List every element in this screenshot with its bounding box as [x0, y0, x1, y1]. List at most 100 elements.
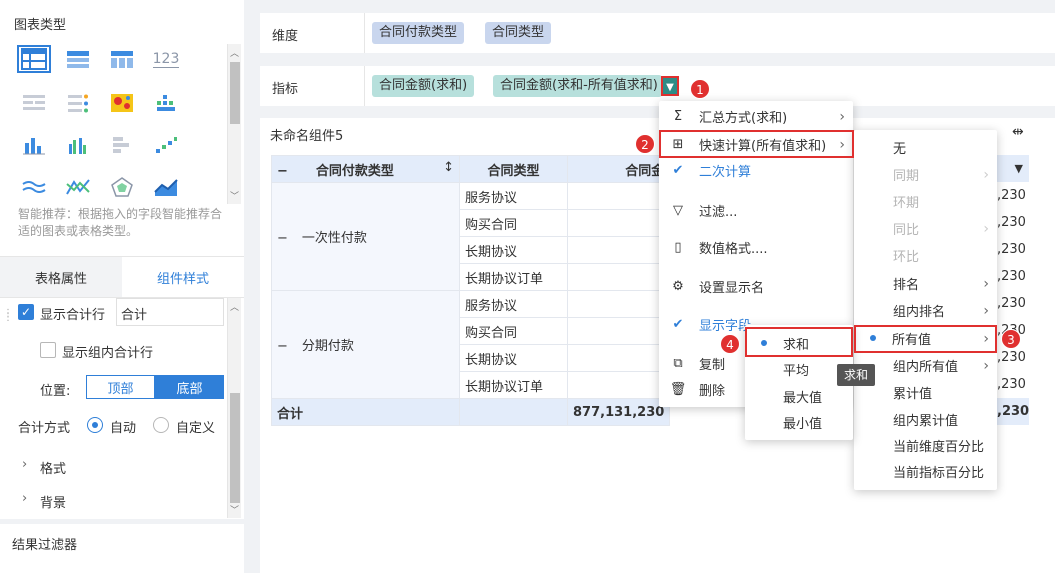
submenu-item-ind-percent[interactable]: 当前指标百分比 [854, 458, 997, 484]
indicator-field-pill[interactable]: 合同金额(求和) [372, 75, 475, 97]
submenu-item-group-cumulative[interactable]: 组内累计值 [854, 406, 997, 432]
style-scrollbar[interactable]: ︿ ﹀ [227, 298, 241, 518]
table-cell [566, 290, 671, 318]
trash-icon: 🗑 [669, 381, 687, 397]
table-cell: ,230 [997, 398, 1029, 425]
submenu-item-min[interactable]: 最小值 [745, 409, 853, 435]
background-section[interactable]: 背景 [40, 492, 66, 511]
sort-icon[interactable]: ↕ [443, 160, 454, 175]
table-cell: ,230 [997, 188, 1026, 203]
dimension-field-pill[interactable]: 合同付款类型 [372, 22, 465, 44]
collapse-all-icon[interactable]: − [277, 164, 288, 179]
collapse-icon[interactable]: − [277, 231, 288, 246]
position-label: 位置: [40, 384, 71, 399]
position-bottom-button[interactable]: 底部 [155, 375, 224, 399]
collapse-icon[interactable]: − [277, 339, 288, 354]
group-cell: − 分期付款 [271, 290, 460, 399]
cross-table-icon[interactable] [105, 45, 139, 73]
table-cell [459, 398, 568, 426]
submenu-item-yoy[interactable]: 同比 › [854, 215, 997, 241]
submenu-item-group-rank[interactable]: 组内排名 › [854, 297, 997, 323]
grouped-bar-icon[interactable] [61, 131, 95, 159]
menu-item-number-format[interactable]: ▯ 数值格式.... [659, 234, 853, 260]
table-cell [566, 317, 671, 345]
total-row: 合计 877,131,230 [271, 398, 671, 426]
submenu-item-group-all-values[interactable]: 组内所有值 › [854, 352, 997, 378]
position-top-button[interactable]: 顶部 [86, 375, 155, 399]
table-cell: ,230 [997, 269, 1026, 284]
scrollbar-thumb[interactable] [230, 393, 240, 503]
submenu-item-dim-percent[interactable]: 当前维度百分比 [854, 432, 997, 458]
menu-item-display-name[interactable]: ⚙ 设置显示名 [659, 273, 853, 299]
chevron-right-icon: › [983, 167, 989, 183]
total-mode-auto-label: 自动 [110, 421, 137, 436]
indicator-field-pill-selected[interactable]: 合同金额(求和-所有值求和) [493, 75, 662, 97]
line-chart-icon[interactable] [17, 173, 51, 201]
scroll-up-icon[interactable]: ︿ [230, 46, 239, 59]
submenu-item-none[interactable]: 无 [854, 134, 997, 160]
menu-item-secondary-calc[interactable]: ✔ 二次计算 [659, 157, 853, 183]
table-cell [566, 344, 671, 372]
drag-handle-icon[interactable]: ⋮ ⋮ [3, 309, 13, 323]
submenu-item-same-period[interactable]: 同期 › [854, 161, 997, 187]
scrollbar-thumb[interactable] [230, 62, 240, 124]
show-total-row-checkbox[interactable]: ✓ [18, 304, 34, 320]
submenu-item-rank[interactable]: 排名 › [854, 270, 997, 296]
table-cell: 长期协议 [459, 236, 568, 264]
field-dropdown-caret-icon[interactable]: ▼ [661, 76, 679, 96]
background-chevron-icon[interactable]: › [22, 491, 27, 506]
header-contract-type[interactable]: 合同类型 [459, 155, 568, 183]
submenu-item-prev-period[interactable]: 环期 [854, 188, 997, 214]
horizontal-bar-icon[interactable] [105, 131, 139, 159]
dimension-label: 维度 [272, 29, 299, 44]
waterfall-icon[interactable] [149, 131, 183, 159]
total-label: 合计 [271, 398, 460, 426]
submenu-item-cumulative[interactable]: 累计值 [854, 379, 997, 405]
header-sort-caret-icon[interactable]: ▼ [997, 155, 1029, 182]
tab-table-properties[interactable]: 表格属性 [0, 257, 122, 297]
scroll-down-icon[interactable]: ﹀ [230, 503, 239, 516]
submenu-item-max[interactable]: 最大值 [745, 383, 853, 409]
indicator-label: 指标 [272, 82, 299, 97]
format-chevron-icon[interactable]: › [22, 457, 27, 472]
gear-icon: ⚙ [672, 278, 684, 294]
dimension-field-pill[interactable]: 合同类型 [485, 22, 552, 44]
sigma-icon: Σ [673, 108, 683, 124]
total-mode-auto-radio[interactable] [87, 417, 103, 433]
table-chart-icon[interactable] [17, 45, 51, 73]
grouped-table-icon[interactable] [61, 45, 95, 73]
menu-item-filter[interactable]: ▽ 过滤... [659, 197, 853, 223]
show-group-total-checkbox[interactable] [40, 342, 56, 358]
format-section[interactable]: 格式 [40, 458, 66, 477]
table-row: − 一次性付款 服务协议 [271, 182, 671, 291]
bar-chart-icon[interactable] [17, 131, 51, 159]
table-cell: ,230 [997, 377, 1026, 392]
expand-width-icon[interactable]: ⇹ [1012, 124, 1024, 140]
total-mode-label: 合计方式 [18, 421, 71, 436]
header-payment-type[interactable]: − 合同付款类型 ↕ [271, 155, 460, 183]
table-header-row: − 合同付款类型 ↕ 合同类型 合同金 [271, 155, 671, 183]
scroll-down-icon[interactable]: ﹀ [230, 189, 239, 202]
heatmap-icon[interactable] [105, 89, 139, 117]
scatter-bar-icon[interactable] [149, 89, 183, 117]
submenu-item-mom[interactable]: 环比 [854, 242, 997, 268]
total-mode-custom-radio[interactable] [153, 417, 169, 433]
menu-item-summary[interactable]: Σ 汇总方式(求和) › [659, 103, 853, 129]
area-chart-icon[interactable] [149, 173, 183, 201]
indicator-bar: 指标 合同金额(求和) 合同金额(求和-所有值求和) ▼ [260, 66, 1055, 106]
header-contract-amount[interactable]: 合同金 [566, 155, 671, 183]
total-label-input[interactable]: 合计 [116, 298, 224, 326]
scroll-up-icon[interactable]: ︿ [230, 300, 239, 313]
detail-table-icon[interactable] [17, 89, 51, 117]
kpi-number-icon[interactable]: 123 [149, 45, 183, 73]
filter-icon: ▽ [673, 202, 683, 218]
multi-line-icon[interactable] [61, 173, 95, 201]
copy-icon: ⧉ [673, 355, 683, 371]
tab-component-style[interactable]: 组件样式 [122, 257, 244, 297]
radar-chart-icon[interactable] [105, 173, 139, 201]
colored-table-icon[interactable] [61, 89, 95, 117]
chart-type-scrollbar[interactable]: ︿ ﹀ [227, 44, 241, 204]
tooltip: 求和 [837, 364, 875, 386]
table-cell [566, 209, 671, 237]
step-badge: 3 [1001, 329, 1021, 349]
